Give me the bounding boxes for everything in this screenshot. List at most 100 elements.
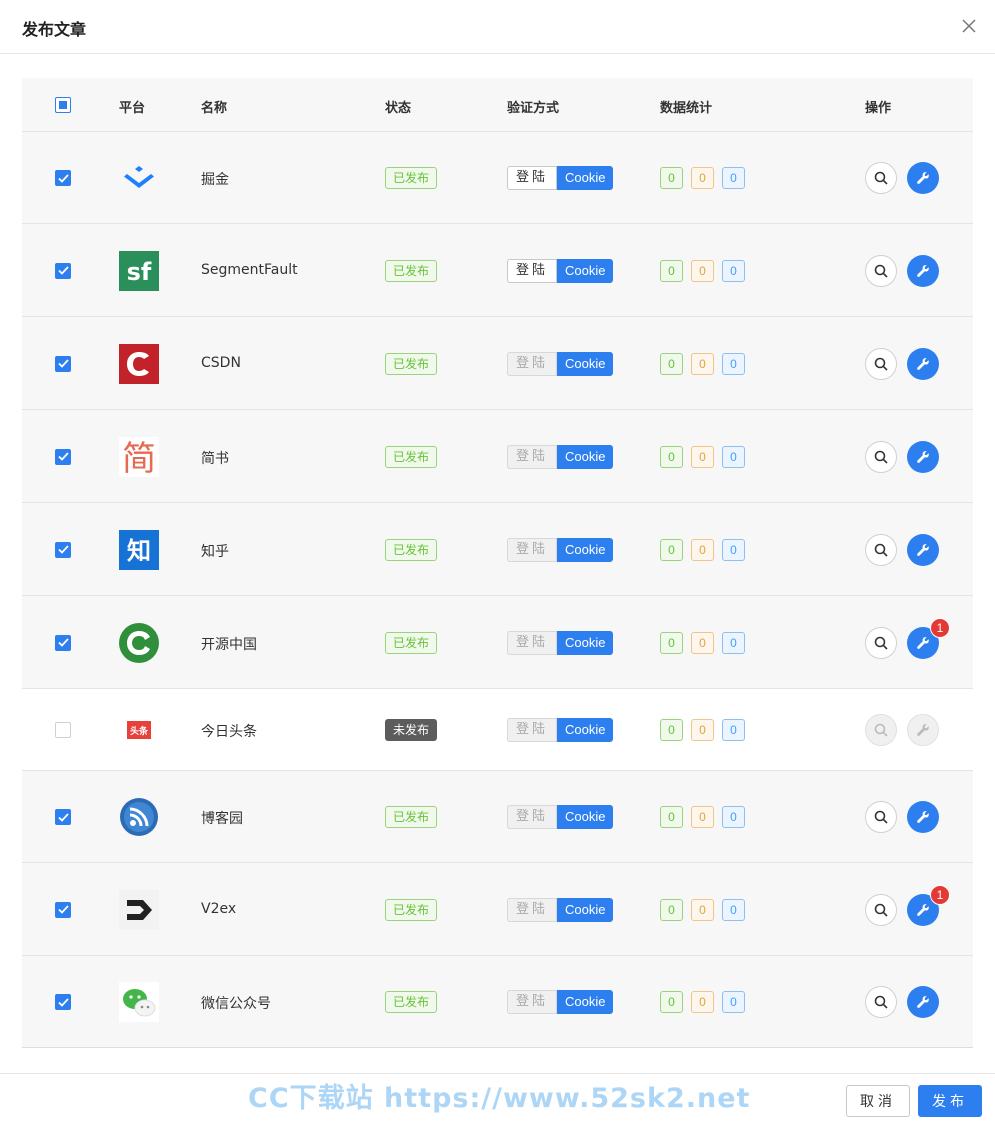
platform-name: 简书 — [201, 450, 229, 467]
wechat-logo — [119, 982, 159, 1022]
header-stats: 数据统计 — [660, 101, 713, 116]
cookie-button[interactable]: Cookie — [557, 166, 614, 190]
platform-checkbox[interactable] — [55, 262, 71, 279]
cookie-button[interactable]: Cookie — [557, 630, 614, 655]
logo-text: sf — [127, 258, 152, 286]
header-status: 状态 — [385, 101, 412, 116]
dialog-header: 发布文章 — [0, 0, 995, 54]
status-badge: 已发布 — [385, 445, 438, 468]
platform-name: 今日头条 — [201, 724, 257, 740]
cookie-button[interactable]: Cookie — [557, 444, 614, 469]
platform-checkbox[interactable] — [55, 994, 71, 1010]
view-button[interactable] — [865, 533, 897, 566]
cookie-button[interactable]: Cookie — [557, 351, 614, 376]
login-button[interactable]: 登陆 — [507, 166, 558, 190]
status-badge: 已发布 — [385, 538, 438, 561]
view-button[interactable] — [865, 254, 897, 287]
view-button[interactable] — [865, 440, 897, 473]
view-button[interactable] — [865, 626, 897, 659]
view-button[interactable] — [865, 347, 897, 380]
search-icon — [874, 264, 888, 278]
stat-like: 0 — [691, 445, 714, 468]
settings-button[interactable] — [907, 162, 939, 194]
stat-read: 0 — [660, 991, 683, 1013]
login-button[interactable]: 登陆 — [507, 897, 558, 922]
platform-checkbox[interactable] — [55, 541, 71, 558]
search-icon — [874, 636, 888, 650]
toutiao-logo: 头条 — [119, 710, 159, 750]
search-icon — [874, 903, 888, 917]
table-row: 知知乎 已发布 登陆 Cookie 0 0 0 — [22, 503, 973, 596]
oschina-logo — [119, 622, 159, 663]
table-row: V2ex 已发布 登陆 Cookie 0 0 0 1 — [22, 863, 973, 956]
segmentfault-logo: sf — [119, 250, 159, 291]
platform-checkbox[interactable] — [55, 722, 71, 738]
cookie-button[interactable]: Cookie — [557, 537, 614, 562]
settings-button[interactable] — [907, 254, 939, 287]
wrench-icon — [916, 450, 930, 464]
platform-name: 掘金 — [201, 172, 229, 188]
stat-comment: 0 — [722, 806, 745, 828]
stat-like: 0 — [691, 631, 714, 654]
table-row: 微信公众号 已发布 登陆 Cookie 0 0 0 — [22, 956, 973, 1048]
settings-button[interactable] — [907, 440, 939, 473]
view-button[interactable] — [865, 162, 897, 194]
stat-like: 0 — [691, 259, 714, 282]
stat-read: 0 — [660, 898, 683, 921]
cookie-button[interactable]: Cookie — [557, 897, 614, 922]
login-button[interactable]: 登陆 — [507, 258, 558, 283]
stat-comment: 0 — [722, 538, 745, 561]
settings-button[interactable] — [907, 714, 939, 746]
settings-button[interactable] — [907, 801, 939, 833]
search-icon — [874, 450, 888, 464]
stat-comment: 0 — [722, 352, 745, 375]
stat-comment: 0 — [722, 991, 745, 1013]
platform-checkbox[interactable] — [55, 170, 71, 186]
table-row: CSDN 已发布 登陆 Cookie 0 0 0 — [22, 317, 973, 410]
login-button[interactable]: 登陆 — [507, 351, 558, 376]
login-button[interactable]: 登陆 — [507, 718, 558, 742]
platform-checkbox[interactable] — [55, 448, 71, 465]
search-icon — [874, 543, 888, 557]
cookie-button[interactable]: Cookie — [557, 718, 614, 742]
login-button[interactable]: 登陆 — [507, 537, 558, 562]
table-row: 博客园 已发布 登陆 Cookie 0 0 0 — [22, 771, 973, 863]
search-icon — [874, 810, 888, 824]
cookie-button[interactable]: Cookie — [557, 258, 614, 283]
platform-checkbox[interactable] — [55, 809, 71, 825]
settings-button[interactable]: 1 — [907, 884, 950, 926]
login-button[interactable]: 登陆 — [507, 990, 558, 1014]
platform-checkbox[interactable] — [55, 901, 71, 918]
login-button[interactable]: 登陆 — [507, 444, 558, 469]
publish-button[interactable]: 发布 — [918, 1085, 982, 1117]
wrench-icon — [916, 903, 930, 917]
table-header: 平台 名称 状态 验证方式 数据统计 操作 — [22, 78, 973, 132]
login-button[interactable]: 登陆 — [507, 630, 558, 655]
settings-button[interactable] — [907, 986, 939, 1018]
table-body: 掘金 已发布 登陆 Cookie 0 0 0 sf SegmentFault 已发布 登陆 Cooki… — [22, 132, 973, 1048]
view-button[interactable] — [865, 714, 897, 746]
dialog-title: 发布文章 — [22, 20, 87, 39]
view-button[interactable] — [865, 986, 897, 1018]
platform-checkbox[interactable] — [55, 355, 71, 372]
settings-button[interactable] — [907, 347, 939, 380]
platform-table: 平台 名称 状态 验证方式 数据统计 操作 掘金 已发布 登陆 Cookie 0 0 0 sf… — [22, 78, 973, 1048]
close-icon[interactable] — [959, 16, 979, 36]
platform-name: SegmentFault — [201, 261, 298, 278]
view-button[interactable] — [865, 893, 897, 926]
settings-button[interactable]: 1 — [907, 617, 950, 659]
table-row: 掘金 已发布 登陆 Cookie 0 0 0 — [22, 132, 973, 224]
notification-badge: 1 — [930, 884, 950, 905]
select-all-checkbox[interactable] — [55, 97, 71, 113]
platform-checkbox[interactable] — [55, 634, 71, 651]
stat-comment: 0 — [722, 631, 745, 654]
stat-comment: 0 — [722, 259, 745, 282]
cookie-button[interactable]: Cookie — [557, 990, 614, 1014]
settings-button[interactable] — [907, 533, 939, 566]
login-button[interactable]: 登陆 — [507, 805, 558, 829]
platform-name: 微信公众号 — [201, 996, 271, 1012]
stat-like: 0 — [691, 352, 714, 375]
view-button[interactable] — [865, 801, 897, 833]
cancel-button[interactable]: 取消 — [846, 1085, 910, 1117]
cookie-button[interactable]: Cookie — [557, 805, 614, 829]
